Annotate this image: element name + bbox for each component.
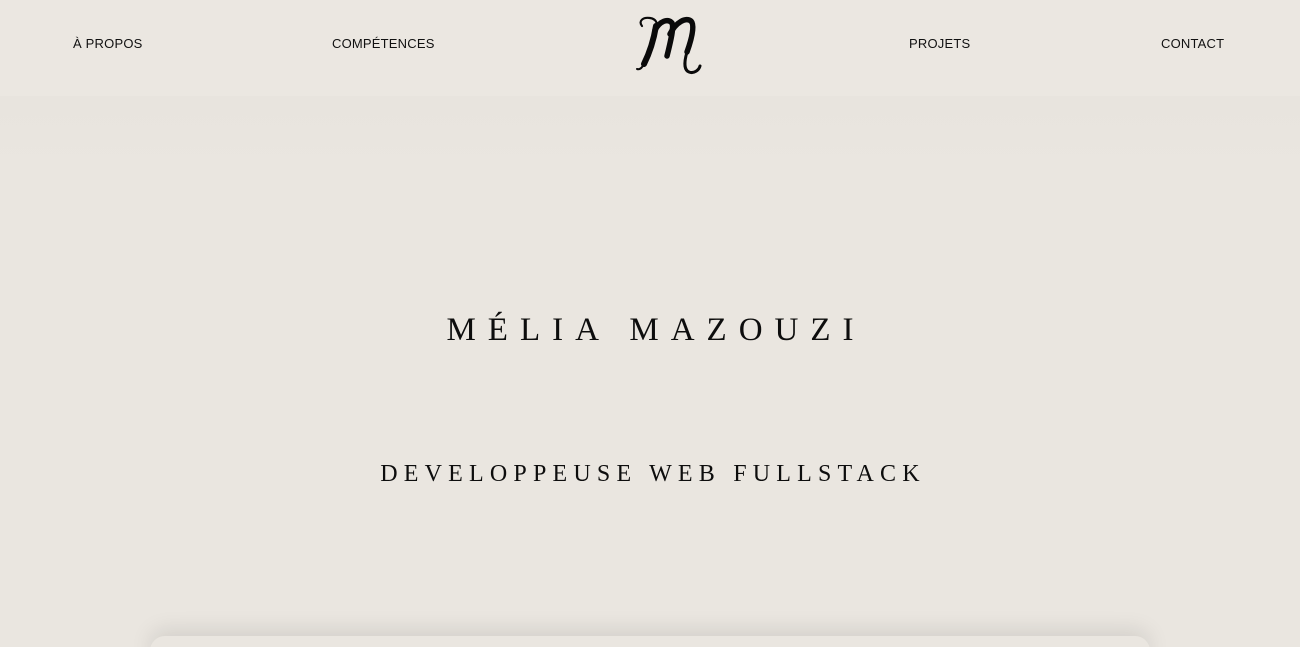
hero-name: MÉLIA MAZOUZI <box>446 312 866 348</box>
nav-link-contact[interactable]: CONTACT <box>1161 36 1224 51</box>
page: À PROPOS COMPÉTENCES PROJETS CONTACT MÉL… <box>0 0 1300 647</box>
nav-link-projets[interactable]: PROJETS <box>909 36 970 51</box>
nav-link-a-propos[interactable]: À PROPOS <box>73 36 143 51</box>
site-header: À PROPOS COMPÉTENCES PROJETS CONTACT <box>0 0 1300 96</box>
header-fade <box>0 96 1300 176</box>
nav-link-competences[interactable]: COMPÉTENCES <box>332 36 435 51</box>
next-section-card-edge <box>150 636 1150 647</box>
script-m-monogram-icon[interactable] <box>634 12 710 76</box>
hero-subtitle: DEVELOPPEUSE WEB FULLSTACK <box>380 461 926 487</box>
